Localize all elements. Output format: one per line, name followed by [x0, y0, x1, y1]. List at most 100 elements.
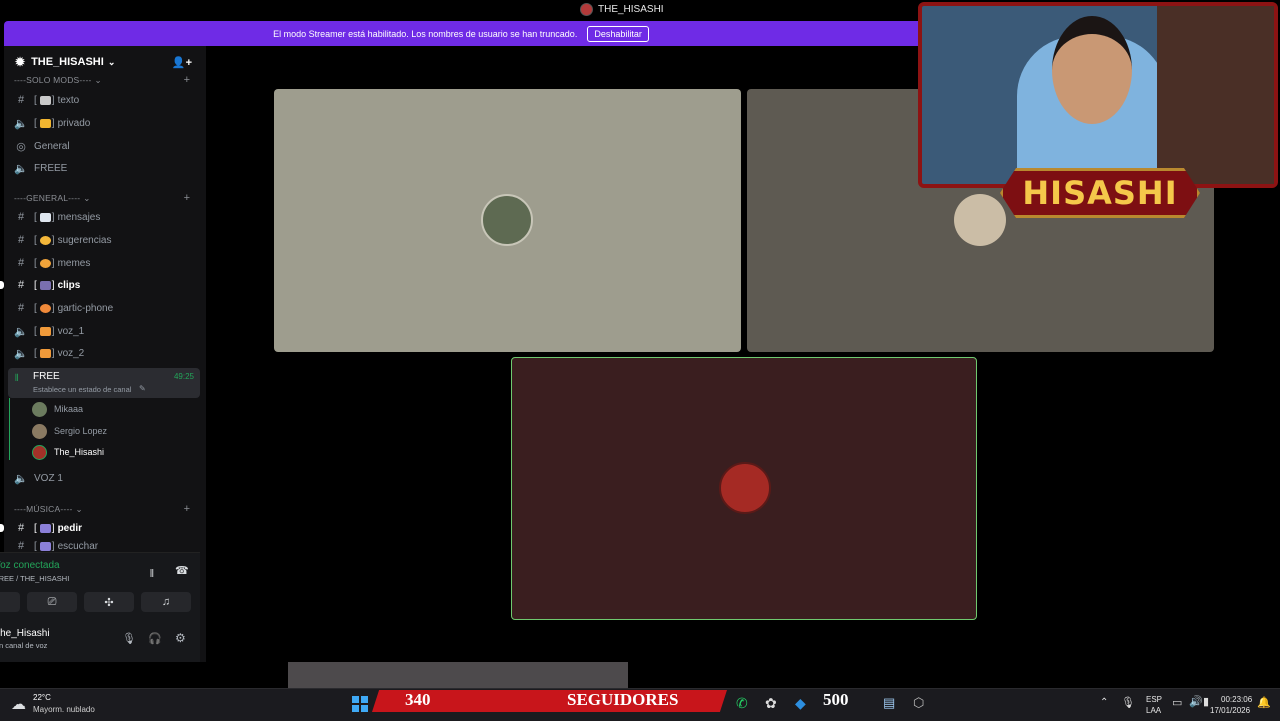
weather-temp[interactable]: 22°C [33, 693, 51, 702]
clapper-icon [40, 281, 51, 290]
book-icon [40, 213, 51, 222]
channel-voz-2[interactable]: 🔈 [ ] voz_2 [4, 343, 200, 363]
speaker-icon: 🔈 [14, 325, 28, 338]
channel-gartic-phone[interactable]: # [ ] gartic-phone [4, 298, 200, 318]
background-image [288, 662, 628, 688]
add-channel-icon[interactable]: + [184, 192, 190, 204]
add-channel-icon[interactable]: + [184, 503, 190, 515]
channel-sugerencias[interactable]: # [ ] sugerencias [4, 230, 200, 250]
follower-count: 340 [405, 690, 431, 710]
unread-indicator [0, 281, 4, 289]
channel-pedir[interactable]: # [ ] pedir [4, 518, 200, 538]
weather-icon[interactable]: ☁ [11, 695, 26, 713]
avatar [719, 462, 771, 514]
chatgpt-icon[interactable]: ✿ [765, 695, 777, 712]
webcam-head [1052, 16, 1132, 124]
category-musica[interactable]: ----MÚSICA---- ⌄ + [4, 501, 200, 517]
window-title: THE_HISASHI [580, 3, 664, 16]
server-name: THE_HISASHI [31, 56, 104, 68]
whatsapp-icon[interactable]: ✆ [736, 695, 748, 712]
hash-icon: # [14, 211, 28, 223]
noise-suppression-icon[interactable]: 𝍪 [150, 565, 154, 584]
gear-icon[interactable]: ⚙ [175, 631, 186, 645]
unread-indicator [0, 524, 4, 532]
invite-people-icon[interactable]: 👤+ [172, 56, 192, 69]
channel-mensajes[interactable]: # [ ] mensajes [4, 207, 200, 227]
speaker-icon: 🔈 [14, 347, 28, 360]
category-solo-mods[interactable]: ----SOLO MODS---- ⌄ + [4, 72, 200, 88]
headphones-icon [40, 542, 51, 551]
channel-free-active[interactable]: 𝍪 FREE 49:25 Establece un estado de cana… [8, 368, 200, 398]
microphone-icon[interactable]: 🎙 [1121, 696, 1135, 709]
speaker-icon: 🔈 [14, 117, 28, 130]
user-name[interactable]: The_Hisashi [0, 628, 50, 639]
channel-voz-1-upper[interactable]: 🔈 VOZ 1 [4, 468, 200, 488]
channel-memes[interactable]: # [ ] memes [4, 253, 200, 273]
battery-icon[interactable]: ▮ [1203, 695, 1209, 708]
app-icon[interactable]: ⬡ [913, 695, 924, 711]
video-tile-speaking[interactable] [511, 357, 977, 620]
video-tile[interactable] [274, 89, 741, 352]
voice-location[interactable]: FREE / THE_HISASHI [0, 574, 69, 583]
add-channel-icon[interactable]: + [184, 74, 190, 86]
server-icon: ✹ [15, 55, 25, 69]
music-note-icon [40, 524, 51, 533]
network-icon[interactable]: ▭ [1172, 696, 1182, 709]
voice-member[interactable]: The_Hisashi [32, 443, 104, 461]
windows-start-icon[interactable] [352, 696, 368, 712]
server-logo-icon [580, 3, 593, 16]
disable-streamer-button[interactable]: Deshabilitar [587, 26, 649, 42]
window-title-text: THE_HISASHI [598, 4, 664, 15]
webcam-background [1157, 6, 1274, 184]
activities-button[interactable]: ✣ [84, 592, 134, 612]
channel-general-voice[interactable]: ◎ General [4, 136, 200, 156]
clock-time[interactable]: 00:23:06 [1221, 695, 1252, 704]
volume-icon[interactable]: 🔊 [1189, 695, 1203, 708]
webcam-overlay [918, 2, 1278, 188]
language-indicator[interactable]: ESP [1146, 695, 1162, 704]
activities-icon: ✣ [104, 596, 113, 609]
hash-icon: # [14, 279, 28, 291]
channel-voz-1[interactable]: 🔈 [ ] voz_1 [4, 321, 200, 341]
clock-date[interactable]: 17/01/2026 [1210, 706, 1250, 715]
category-label: ----SOLO MODS---- [14, 75, 92, 85]
voice-member[interactable]: Mikaaa [32, 400, 83, 418]
category-label: ----GENERAL---- [14, 193, 80, 203]
channel-escuchar[interactable]: # [ ] escuchar [4, 541, 200, 551]
keyboard-layout[interactable]: LAA [1146, 706, 1161, 715]
channel-status[interactable]: Establece un estado de canal [33, 385, 131, 394]
channel-name: FREE [33, 371, 60, 382]
channel-texto[interactable]: # [ ] texto [4, 90, 200, 110]
channel-clips[interactable]: # [ ] clips [4, 275, 200, 295]
laugh-emoji-icon [40, 259, 51, 268]
voice-member[interactable]: Sergio Lopez [32, 422, 107, 440]
cloud-icon [40, 96, 51, 105]
microphone-icon[interactable]: 🎙 [122, 632, 136, 645]
vscode-icon[interactable]: ◆ [795, 695, 806, 712]
hash-icon: # [14, 257, 28, 269]
pencil-icon[interactable]: ✎ [139, 384, 146, 393]
soundboard-icon: ♫ [162, 596, 170, 608]
channel-privado[interactable]: 🔈 [ ] privado [4, 113, 200, 133]
soundboard-button[interactable]: ♫ [141, 592, 191, 612]
category-general[interactable]: ----GENERAL---- ⌄ + [4, 190, 200, 206]
notification-icon[interactable]: 🔔 [1257, 696, 1271, 709]
avatar [481, 194, 533, 246]
explorer-icon[interactable]: ▤ [883, 695, 895, 711]
voice-status[interactable]: Voz conectada [0, 560, 60, 571]
chevron-up-icon[interactable]: ⌃ [1100, 697, 1108, 708]
avatar [32, 445, 47, 460]
headphones-icon[interactable]: 🎧 [148, 632, 162, 645]
avatar [32, 424, 47, 439]
speaker-icon: 🔈 [14, 162, 28, 175]
surprised-emoji-icon [40, 304, 51, 313]
pizza-icon [40, 349, 51, 358]
voice-connector-line [9, 398, 10, 460]
screen-share-button[interactable]: ⎚ [27, 592, 77, 612]
disconnect-icon[interactable]: ☎ [175, 564, 189, 577]
speaker-icon: 🔈 [14, 472, 28, 485]
channel-freee[interactable]: 🔈 FREEE [4, 158, 200, 178]
weather-desc[interactable]: Mayorm. nublado [33, 705, 95, 714]
follower-goal: 500 [823, 690, 849, 710]
camera-button[interactable]: ▣ [0, 592, 20, 612]
